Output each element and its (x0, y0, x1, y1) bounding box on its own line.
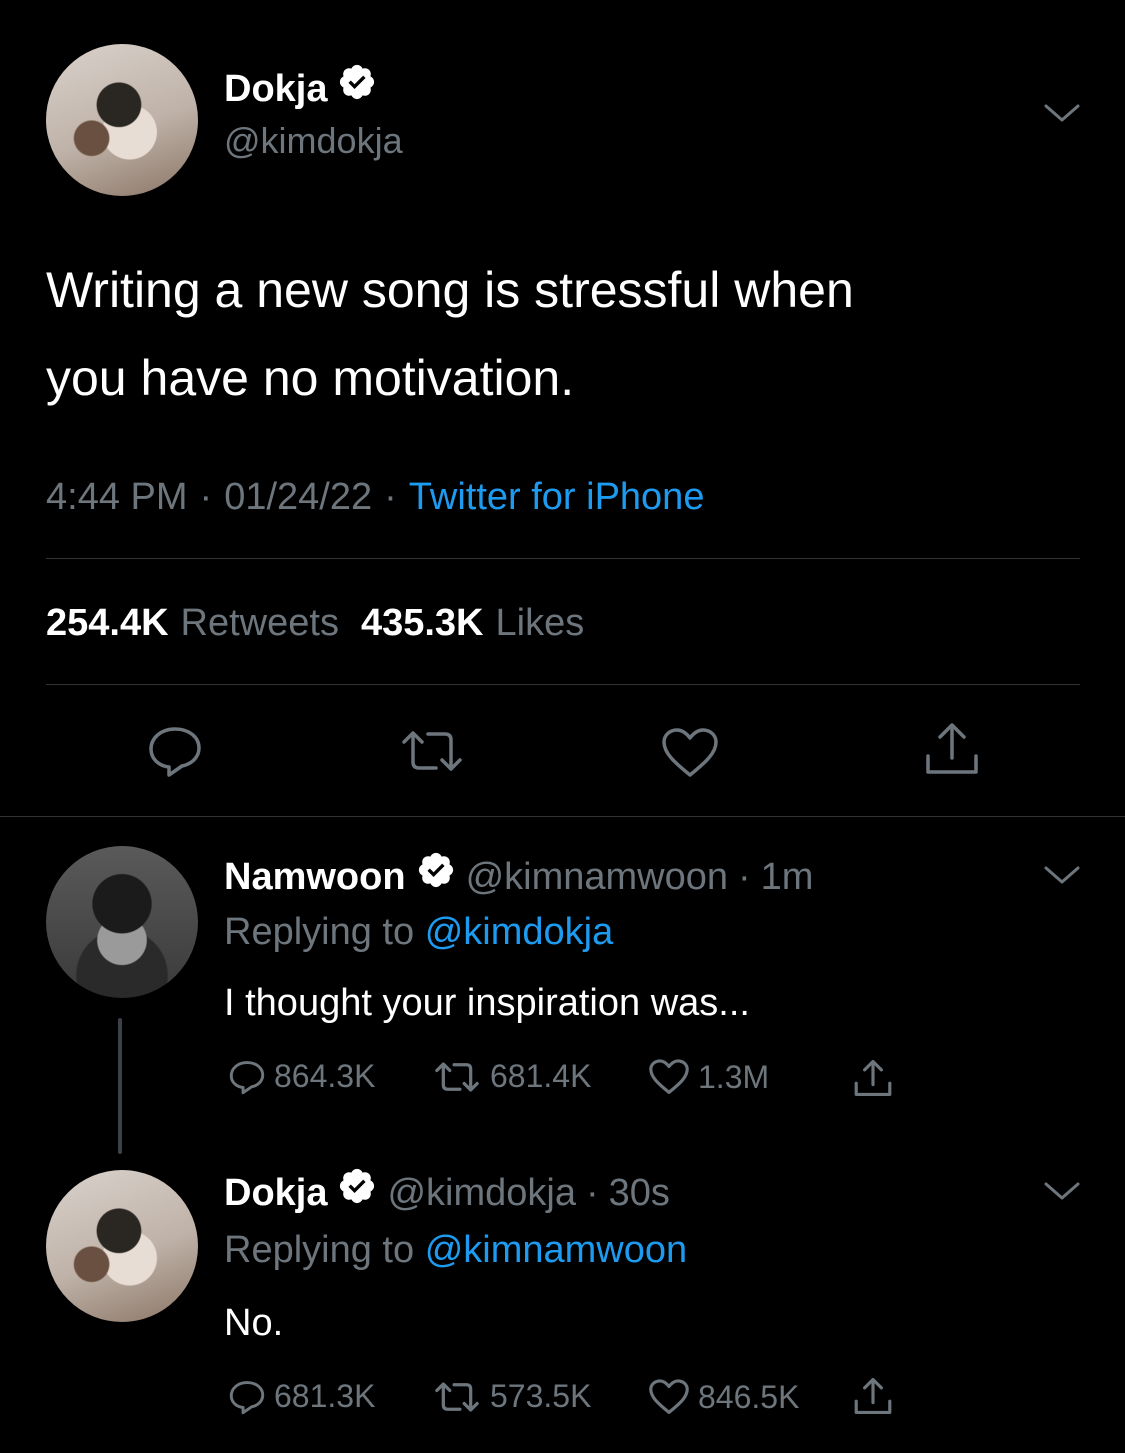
reply-count: 864.3K (274, 1058, 376, 1094)
tweet-time: 4:44 PM (46, 476, 188, 518)
tweet-source-link[interactable]: Twitter for iPhone (409, 474, 705, 520)
verified-badge-icon (416, 850, 456, 903)
like-count: 846.5K (698, 1378, 800, 1415)
like-icon (648, 1058, 690, 1096)
retweets-label[interactable]: Retweets (181, 600, 339, 646)
retweets-count[interactable]: 254.4K (46, 600, 169, 646)
meta-separator: · (384, 476, 397, 518)
replying-to-link[interactable]: @kimnamwoon (425, 1229, 687, 1271)
reply-action[interactable]: 681.3K (228, 1378, 375, 1415)
retweet-action[interactable]: 573.5K (432, 1378, 591, 1415)
reply-action[interactable]: 864.3K (228, 1058, 375, 1095)
meta-separator: · (199, 476, 213, 518)
likes-count[interactable]: 435.3K (361, 600, 484, 646)
tweet-date: 01/24/22 (224, 476, 373, 518)
share-icon[interactable] (922, 720, 982, 780)
retweet-count: 573.5K (490, 1378, 592, 1414)
chevron-down-icon[interactable] (1040, 100, 1084, 128)
share-icon[interactable] (852, 1376, 894, 1418)
reply-time[interactable]: 1m (761, 852, 814, 902)
meta-separator: · (738, 855, 751, 898)
tweet-text-line: Writing a new song is stressful when (46, 262, 854, 318)
like-action[interactable]: 846.5K (648, 1378, 799, 1416)
chevron-down-icon[interactable] (1040, 1178, 1084, 1206)
author-avatar[interactable] (46, 44, 198, 196)
reply-icon[interactable] (146, 724, 204, 778)
replying-to: Replying to @kimdokja (224, 908, 613, 956)
verified-badge-icon (337, 62, 377, 115)
replying-to-prefix: Replying to (224, 911, 415, 953)
like-count: 1.3M (698, 1058, 770, 1095)
author-handle[interactable]: @kimdokja (224, 118, 403, 164)
author-name-row: Dokja (224, 62, 377, 115)
reply-time[interactable]: 30s (609, 1168, 670, 1218)
retweet-action[interactable]: 681.4K (432, 1058, 591, 1095)
like-icon[interactable] (660, 726, 720, 780)
like-icon (648, 1378, 690, 1416)
chevron-down-icon[interactable] (1040, 862, 1084, 890)
replying-to: Replying to @kimnamwoon (224, 1226, 687, 1274)
reply-icon (228, 1379, 266, 1415)
reply-icon (228, 1059, 266, 1095)
retweet-icon (432, 1059, 482, 1095)
divider (46, 684, 1080, 685)
like-action[interactable]: 1.3M (648, 1058, 769, 1096)
thread-line (118, 1018, 122, 1154)
retweet-icon (432, 1379, 482, 1415)
replying-to-link[interactable]: @kimdokja (425, 911, 614, 953)
reply-author-name[interactable]: Dokja (224, 1168, 327, 1218)
reply-author-handle[interactable]: @kimnamwoon (466, 852, 728, 902)
reply-author-handle[interactable]: @kimdokja (387, 1168, 576, 1218)
retweet-count: 681.4K (490, 1058, 592, 1094)
verified-badge-icon (337, 1166, 377, 1219)
reply-text: No. (224, 1302, 284, 1344)
divider (46, 558, 1080, 559)
retweet-icon[interactable] (398, 726, 466, 776)
meta-separator: · (586, 1171, 599, 1214)
reply-count: 681.3K (274, 1378, 376, 1414)
replying-to-prefix: Replying to (224, 1229, 415, 1271)
reply-author-name[interactable]: Namwoon (224, 852, 406, 902)
share-icon[interactable] (852, 1058, 894, 1100)
tweet-meta: 4:44 PM · 01/24/22 · Twitter for iPhone (46, 474, 704, 520)
section-divider (0, 816, 1125, 817)
tweet-text-line: you have no motivation. (46, 350, 575, 406)
author-name[interactable]: Dokja (224, 64, 327, 114)
reply-text: I thought your inspiration was... (224, 982, 750, 1024)
reply-header: Namwoon @kimnamwoon · 1m (224, 850, 813, 903)
reply-avatar[interactable] (46, 846, 198, 998)
likes-label[interactable]: Likes (496, 600, 585, 646)
reply-header: Dokja @kimdokja · 30s (224, 1166, 670, 1219)
reply-avatar[interactable] (46, 1170, 198, 1322)
tweet-text: Writing a new song is stressful when you… (46, 246, 1086, 422)
tweet-stats: 254.4K Retweets 435.3K Likes (46, 600, 584, 646)
